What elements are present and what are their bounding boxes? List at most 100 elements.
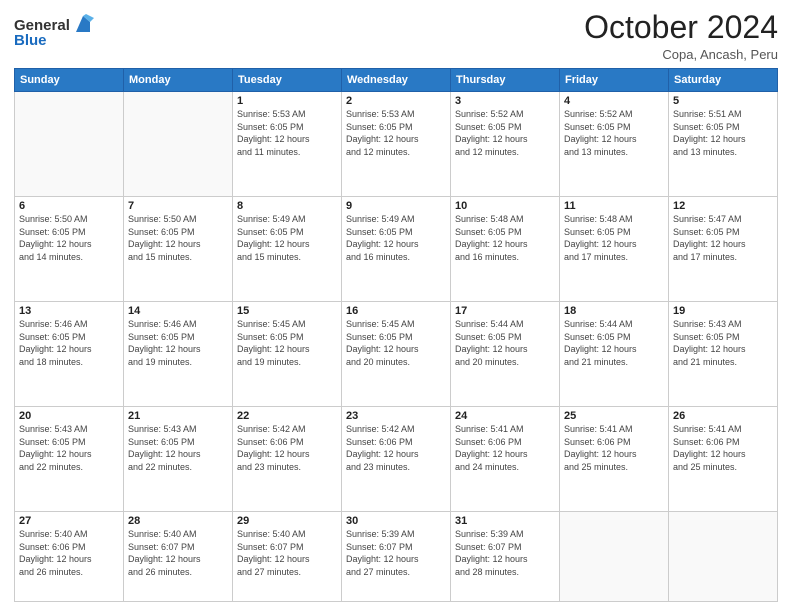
day-number: 25 (564, 410, 664, 422)
day-info: Sunrise: 5:50 AM Sunset: 6:05 PM Dayligh… (128, 213, 228, 263)
day-header-friday: Friday (560, 69, 669, 92)
day-info: Sunrise: 5:39 AM Sunset: 6:07 PM Dayligh… (455, 528, 555, 578)
day-number: 20 (19, 410, 119, 422)
calendar-cell: 11Sunrise: 5:48 AM Sunset: 6:05 PM Dayli… (560, 197, 669, 302)
calendar-week-4: 20Sunrise: 5:43 AM Sunset: 6:05 PM Dayli… (15, 407, 778, 512)
day-number: 6 (19, 200, 119, 212)
day-info: Sunrise: 5:39 AM Sunset: 6:07 PM Dayligh… (346, 528, 446, 578)
day-number: 31 (455, 515, 555, 527)
day-info: Sunrise: 5:48 AM Sunset: 6:05 PM Dayligh… (564, 213, 664, 263)
calendar-cell: 3Sunrise: 5:52 AM Sunset: 6:05 PM Daylig… (451, 92, 560, 197)
header: General Blue October 2024 Copa, Ancash, … (14, 10, 778, 62)
logo: General Blue (14, 14, 94, 49)
day-number: 19 (673, 305, 773, 317)
day-info: Sunrise: 5:42 AM Sunset: 6:06 PM Dayligh… (346, 423, 446, 473)
day-header-wednesday: Wednesday (342, 69, 451, 92)
calendar-cell: 13Sunrise: 5:46 AM Sunset: 6:05 PM Dayli… (15, 302, 124, 407)
calendar-week-5: 27Sunrise: 5:40 AM Sunset: 6:06 PM Dayli… (15, 512, 778, 602)
day-info: Sunrise: 5:46 AM Sunset: 6:05 PM Dayligh… (19, 318, 119, 368)
day-number: 26 (673, 410, 773, 422)
day-number: 2 (346, 95, 446, 107)
calendar-cell: 1Sunrise: 5:53 AM Sunset: 6:05 PM Daylig… (233, 92, 342, 197)
day-info: Sunrise: 5:49 AM Sunset: 6:05 PM Dayligh… (346, 213, 446, 263)
day-info: Sunrise: 5:40 AM Sunset: 6:06 PM Dayligh… (19, 528, 119, 578)
calendar-cell: 21Sunrise: 5:43 AM Sunset: 6:05 PM Dayli… (124, 407, 233, 512)
day-number: 4 (564, 95, 664, 107)
calendar-cell: 17Sunrise: 5:44 AM Sunset: 6:05 PM Dayli… (451, 302, 560, 407)
day-info: Sunrise: 5:53 AM Sunset: 6:05 PM Dayligh… (237, 108, 337, 158)
day-info: Sunrise: 5:49 AM Sunset: 6:05 PM Dayligh… (237, 213, 337, 263)
calendar-cell: 22Sunrise: 5:42 AM Sunset: 6:06 PM Dayli… (233, 407, 342, 512)
day-number: 9 (346, 200, 446, 212)
day-info: Sunrise: 5:44 AM Sunset: 6:05 PM Dayligh… (564, 318, 664, 368)
day-info: Sunrise: 5:52 AM Sunset: 6:05 PM Dayligh… (564, 108, 664, 158)
day-number: 16 (346, 305, 446, 317)
day-info: Sunrise: 5:43 AM Sunset: 6:05 PM Dayligh… (128, 423, 228, 473)
day-number: 27 (19, 515, 119, 527)
calendar-cell: 10Sunrise: 5:48 AM Sunset: 6:05 PM Dayli… (451, 197, 560, 302)
day-number: 28 (128, 515, 228, 527)
calendar-cell: 18Sunrise: 5:44 AM Sunset: 6:05 PM Dayli… (560, 302, 669, 407)
day-number: 11 (564, 200, 664, 212)
day-header-saturday: Saturday (669, 69, 778, 92)
calendar-cell: 29Sunrise: 5:40 AM Sunset: 6:07 PM Dayli… (233, 512, 342, 602)
calendar-cell (124, 92, 233, 197)
day-number: 10 (455, 200, 555, 212)
day-number: 5 (673, 95, 773, 107)
calendar-cell: 28Sunrise: 5:40 AM Sunset: 6:07 PM Dayli… (124, 512, 233, 602)
day-info: Sunrise: 5:52 AM Sunset: 6:05 PM Dayligh… (455, 108, 555, 158)
calendar-cell: 19Sunrise: 5:43 AM Sunset: 6:05 PM Dayli… (669, 302, 778, 407)
day-info: Sunrise: 5:43 AM Sunset: 6:05 PM Dayligh… (19, 423, 119, 473)
day-info: Sunrise: 5:45 AM Sunset: 6:05 PM Dayligh… (237, 318, 337, 368)
day-info: Sunrise: 5:41 AM Sunset: 6:06 PM Dayligh… (455, 423, 555, 473)
logo-general: General (14, 17, 70, 34)
day-info: Sunrise: 5:46 AM Sunset: 6:05 PM Dayligh… (128, 318, 228, 368)
page: General Blue October 2024 Copa, Ancash, … (0, 0, 792, 612)
day-number: 29 (237, 515, 337, 527)
day-number: 22 (237, 410, 337, 422)
day-number: 21 (128, 410, 228, 422)
calendar-cell (669, 512, 778, 602)
title-month: October 2024 (584, 10, 778, 45)
calendar-cell (15, 92, 124, 197)
day-info: Sunrise: 5:43 AM Sunset: 6:05 PM Dayligh… (673, 318, 773, 368)
calendar-cell: 4Sunrise: 5:52 AM Sunset: 6:05 PM Daylig… (560, 92, 669, 197)
day-info: Sunrise: 5:50 AM Sunset: 6:05 PM Dayligh… (19, 213, 119, 263)
day-info: Sunrise: 5:53 AM Sunset: 6:05 PM Dayligh… (346, 108, 446, 158)
day-number: 24 (455, 410, 555, 422)
day-number: 12 (673, 200, 773, 212)
title-location: Copa, Ancash, Peru (584, 47, 778, 62)
calendar-table: SundayMondayTuesdayWednesdayThursdayFrid… (14, 68, 778, 602)
calendar-cell: 6Sunrise: 5:50 AM Sunset: 6:05 PM Daylig… (15, 197, 124, 302)
day-info: Sunrise: 5:48 AM Sunset: 6:05 PM Dayligh… (455, 213, 555, 263)
calendar-cell: 20Sunrise: 5:43 AM Sunset: 6:05 PM Dayli… (15, 407, 124, 512)
calendar-cell: 27Sunrise: 5:40 AM Sunset: 6:06 PM Dayli… (15, 512, 124, 602)
day-header-sunday: Sunday (15, 69, 124, 92)
day-info: Sunrise: 5:41 AM Sunset: 6:06 PM Dayligh… (564, 423, 664, 473)
day-number: 18 (564, 305, 664, 317)
calendar-cell: 12Sunrise: 5:47 AM Sunset: 6:05 PM Dayli… (669, 197, 778, 302)
day-number: 14 (128, 305, 228, 317)
day-number: 3 (455, 95, 555, 107)
calendar-cell: 24Sunrise: 5:41 AM Sunset: 6:06 PM Dayli… (451, 407, 560, 512)
calendar-cell: 31Sunrise: 5:39 AM Sunset: 6:07 PM Dayli… (451, 512, 560, 602)
logo-blue: Blue (14, 32, 47, 49)
day-info: Sunrise: 5:45 AM Sunset: 6:05 PM Dayligh… (346, 318, 446, 368)
title-block: October 2024 Copa, Ancash, Peru (584, 10, 778, 62)
calendar-cell: 7Sunrise: 5:50 AM Sunset: 6:05 PM Daylig… (124, 197, 233, 302)
calendar-cell: 14Sunrise: 5:46 AM Sunset: 6:05 PM Dayli… (124, 302, 233, 407)
day-number: 17 (455, 305, 555, 317)
calendar-cell: 2Sunrise: 5:53 AM Sunset: 6:05 PM Daylig… (342, 92, 451, 197)
calendar-week-1: 1Sunrise: 5:53 AM Sunset: 6:05 PM Daylig… (15, 92, 778, 197)
day-number: 15 (237, 305, 337, 317)
day-number: 23 (346, 410, 446, 422)
calendar-cell: 25Sunrise: 5:41 AM Sunset: 6:06 PM Dayli… (560, 407, 669, 512)
calendar-cell: 26Sunrise: 5:41 AM Sunset: 6:06 PM Dayli… (669, 407, 778, 512)
day-number: 7 (128, 200, 228, 212)
calendar-cell: 9Sunrise: 5:49 AM Sunset: 6:05 PM Daylig… (342, 197, 451, 302)
day-header-thursday: Thursday (451, 69, 560, 92)
day-number: 30 (346, 515, 446, 527)
day-info: Sunrise: 5:40 AM Sunset: 6:07 PM Dayligh… (128, 528, 228, 578)
calendar-week-3: 13Sunrise: 5:46 AM Sunset: 6:05 PM Dayli… (15, 302, 778, 407)
day-info: Sunrise: 5:42 AM Sunset: 6:06 PM Dayligh… (237, 423, 337, 473)
